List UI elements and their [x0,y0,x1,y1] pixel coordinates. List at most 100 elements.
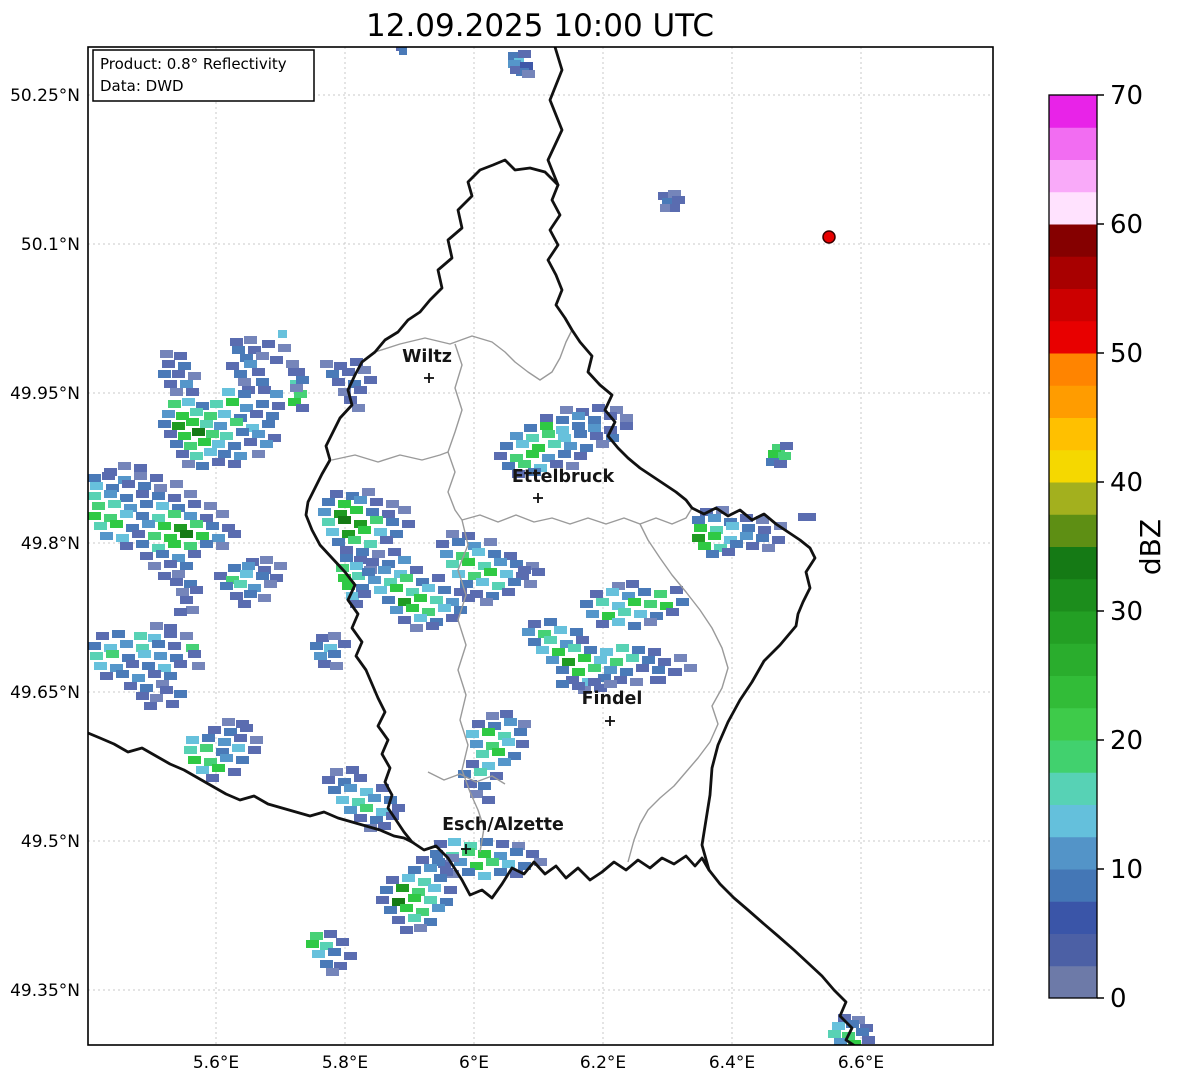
district-border-line [628,524,728,862]
radar-cell [108,500,121,508]
radar-cell [432,574,445,582]
radar-cell [642,656,655,664]
radar-cell [498,758,511,766]
radar-cell [554,626,567,634]
radar-cell [466,730,479,738]
radar-cell [248,746,261,754]
radar-cell [526,450,539,458]
radar-cell [588,664,601,672]
radar-cell [212,764,225,772]
radar-cell [348,536,361,544]
radar-cell [206,430,219,438]
radar-echo-cluster [396,43,407,55]
colorbar-segment [1049,482,1097,515]
radar-cell [386,876,399,884]
radar-cell [380,536,393,544]
radar-cell [214,422,227,430]
radar-cell [558,450,571,458]
radar-cell [684,664,697,672]
radar-cell [230,418,243,426]
radar-cell [542,430,555,438]
radar-cell [122,480,135,488]
radar-cell [136,540,149,548]
radar-cell [516,740,529,748]
colorbar-segment [1049,95,1097,128]
radar-echo-cluster [88,622,205,710]
radar-cell [346,766,359,774]
radar-cell [772,536,785,544]
colorbar-segment [1049,579,1097,612]
radar-cell [462,868,475,876]
radar-cell [584,646,597,654]
x-tick-label: 5.8°E [322,1053,368,1073]
radar-cell [106,650,119,658]
radar-cell [180,562,193,570]
radar-cell [200,420,213,428]
radar-cell [590,432,603,440]
radar-cell [510,432,523,440]
radar-cell [164,672,177,680]
radar-cell [136,692,149,700]
city-plus-marker [424,373,434,383]
colorbar-tick-label: 50 [1110,339,1143,369]
radar-cell [204,448,217,456]
radar-cell [568,644,581,652]
radar-cell [174,660,187,668]
radar-cell [742,524,755,532]
colorbar-segment [1049,901,1097,934]
radar-cell [338,500,351,508]
colorbar-segment [1049,192,1097,225]
radar-cell [366,508,379,516]
radar-cell [470,740,483,748]
radar-cell [576,636,589,644]
radar-cell [398,616,411,624]
radar-cell [424,896,437,904]
radar-cell [208,726,221,734]
radar-cell [252,450,265,458]
radar-cell [574,452,587,460]
radar-cell [422,584,435,592]
radar-cell [188,756,201,764]
radar-cell [220,582,233,590]
radar-cell [270,390,283,398]
radar-cell [96,632,109,640]
radar-cell [556,666,569,674]
radar-cell [414,924,427,932]
radar-cell [600,648,613,656]
radar-cell [176,588,189,596]
radar-echo-cluster [322,766,405,832]
radar-cell [634,610,647,618]
radar-cell [350,506,363,514]
radar-cell [290,384,303,392]
radar-cell [230,338,243,346]
radar-cell [158,420,171,428]
colorbar-tick-label: 0 [1110,984,1127,1014]
radar-cell [180,380,193,388]
city-label: Wiltz [402,347,452,367]
radar-cell [134,472,147,480]
belgium-germany-border [548,47,562,185]
radar-cell [408,914,421,922]
radar-cell [238,378,251,386]
radar-cell [416,856,429,864]
radar-cell [482,728,495,736]
radar-cell [556,426,569,434]
colorbar-segment [1049,289,1097,322]
colorbar: 010203040506070 [1049,81,1143,1014]
colorbar-segment [1049,708,1097,741]
radar-cell [200,744,213,752]
radar-cell [150,694,163,702]
y-tick-label: 49.95°N [10,384,80,404]
radar-cell [164,380,177,388]
radar-cell [502,738,515,746]
radar-cell [496,840,509,848]
radar-cell [88,512,101,520]
radar-cell [828,1030,841,1038]
radar-cell [260,440,273,448]
district-border-line [448,344,462,520]
colorbar-segment [1049,934,1097,967]
radar-cell [212,534,225,542]
radar-cell [798,513,816,521]
radar-figure: 12.09.2025 10:00 UTC 5.6°E5.8°E6°E6.2°E6… [0,0,1184,1081]
radar-cell [170,388,183,396]
